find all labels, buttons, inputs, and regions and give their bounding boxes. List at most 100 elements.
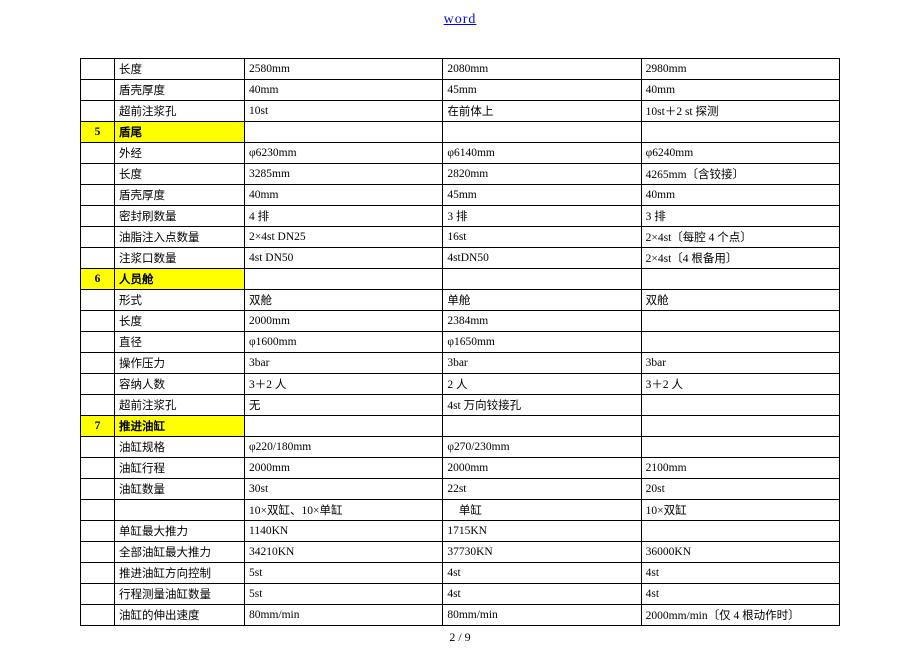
- header-link[interactable]: word: [0, 0, 920, 58]
- row-value: 双舱: [641, 290, 839, 311]
- row-label: 单缸最大推力: [115, 521, 245, 542]
- row-label: 长度: [115, 59, 245, 80]
- row-value: 4st: [443, 584, 641, 605]
- row-number: [81, 101, 115, 122]
- row-number: [81, 143, 115, 164]
- row-label: 注浆口数量: [115, 248, 245, 269]
- row-value: 4265mm〔含铰接〕: [641, 164, 839, 185]
- table-row: 密封刷数量4 排3 排3 排: [81, 206, 840, 227]
- row-value: 2 人: [443, 374, 641, 395]
- table-row: 外经φ6230mmφ6140mmφ6240mm: [81, 143, 840, 164]
- table-row: 盾壳厚度40mm45mm40mm: [81, 185, 840, 206]
- row-value: 45mm: [443, 185, 641, 206]
- row-value: 2580mm: [245, 59, 443, 80]
- row-value: 1715KN: [443, 521, 641, 542]
- row-label: 推进油缸方向控制: [115, 563, 245, 584]
- table-row: 超前注浆孔无4st 万向铰接孔: [81, 395, 840, 416]
- row-number: [81, 311, 115, 332]
- row-value: 2100mm: [641, 458, 839, 479]
- row-number: [81, 395, 115, 416]
- row-value: 80mm/min: [443, 605, 641, 626]
- row-value: 10st＋2 st 探测: [641, 101, 839, 122]
- row-value: [641, 521, 839, 542]
- row-value: [641, 122, 839, 143]
- row-number: [81, 521, 115, 542]
- table-row: 长度2580mm2080mm2980mm: [81, 59, 840, 80]
- row-label: 操作压力: [115, 353, 245, 374]
- row-value: 5st: [245, 563, 443, 584]
- table-row: 油缸的伸出速度80mm/min80mm/min2000mm/min〔仅 4 根动…: [81, 605, 840, 626]
- row-value: [245, 269, 443, 290]
- row-number: [81, 542, 115, 563]
- row-value: 3bar: [245, 353, 443, 374]
- row-label: 直径: [115, 332, 245, 353]
- row-number: 5: [81, 122, 115, 143]
- page-number: 2 / 9: [449, 630, 470, 644]
- row-label: 推进油缸: [115, 416, 245, 437]
- row-value: 4st: [641, 563, 839, 584]
- row-value: 10st: [245, 101, 443, 122]
- table-row: 6人员舱: [81, 269, 840, 290]
- row-number: [81, 374, 115, 395]
- page-footer: 2 / 9: [0, 626, 920, 645]
- row-label: 形式: [115, 290, 245, 311]
- row-number: 6: [81, 269, 115, 290]
- row-value: 2980mm: [641, 59, 839, 80]
- row-label: 超前注浆孔: [115, 395, 245, 416]
- spec-table: 长度2580mm2080mm2980mm 盾壳厚度40mm45mm40mm 超前注浆…: [80, 58, 840, 626]
- table-row: 超前注浆孔10st在前体上10st＋2 st 探测: [81, 101, 840, 122]
- row-number: [81, 185, 115, 206]
- row-value: 4 排: [245, 206, 443, 227]
- row-value: 无: [245, 395, 443, 416]
- row-number: [81, 164, 115, 185]
- row-value: 80mm/min: [245, 605, 443, 626]
- row-value: [245, 416, 443, 437]
- table-row: 油脂注入点数量2×4st DN2516st2×4st〔每腔 4 个点〕: [81, 227, 840, 248]
- row-value: [641, 311, 839, 332]
- table-row: 5盾尾: [81, 122, 840, 143]
- row-number: [81, 458, 115, 479]
- table-row: 油缸规格φ220/180mmφ270/230mm: [81, 437, 840, 458]
- row-value: 4st: [443, 563, 641, 584]
- row-number: [81, 479, 115, 500]
- row-value: φ6240mm: [641, 143, 839, 164]
- row-value: 40mm: [641, 80, 839, 101]
- row-value: 4st DN50: [245, 248, 443, 269]
- row-value: 3 排: [443, 206, 641, 227]
- row-value: 22st: [443, 479, 641, 500]
- table-row: 行程测量油缸数量5st4st4st: [81, 584, 840, 605]
- row-value: 37730KN: [443, 542, 641, 563]
- row-label: 油缸的伸出速度: [115, 605, 245, 626]
- row-value: 2000mm: [443, 458, 641, 479]
- row-value: [641, 416, 839, 437]
- table-row: 容纳人数3＋2 人2 人3＋2 人: [81, 374, 840, 395]
- row-value: 2820mm: [443, 164, 641, 185]
- row-label: 油缸规格: [115, 437, 245, 458]
- row-value: 单舱: [443, 290, 641, 311]
- row-label: [115, 500, 245, 521]
- row-number: [81, 437, 115, 458]
- row-label: 密封刷数量: [115, 206, 245, 227]
- row-value: 40mm: [641, 185, 839, 206]
- row-value: [443, 122, 641, 143]
- row-value: 双舱: [245, 290, 443, 311]
- row-label: 全部油缸最大推力: [115, 542, 245, 563]
- row-value: [641, 395, 839, 416]
- row-number: [81, 59, 115, 80]
- row-value: φ1650mm: [443, 332, 641, 353]
- row-value: 2×4st〔4 根备用〕: [641, 248, 839, 269]
- table-row: 全部油缸最大推力34210KN37730KN36000KN: [81, 542, 840, 563]
- table-row: 推进油缸方向控制5st4st4st: [81, 563, 840, 584]
- row-value: 2×4st〔每腔 4 个点〕: [641, 227, 839, 248]
- table-container: 长度2580mm2080mm2980mm 盾壳厚度40mm45mm40mm 超前注浆…: [0, 58, 920, 626]
- row-value: 4st: [641, 584, 839, 605]
- row-value: 2080mm: [443, 59, 641, 80]
- row-value: 10×双缸: [641, 500, 839, 521]
- row-number: [81, 584, 115, 605]
- table-row: 直径φ1600mmφ1650mm: [81, 332, 840, 353]
- table-row: 10×双缸、10×单缸 单缸10×双缸: [81, 500, 840, 521]
- row-value: 2000mm/min〔仅 4 根动作时〕: [641, 605, 839, 626]
- row-value: 3 排: [641, 206, 839, 227]
- table-row: 油缸行程2000mm2000mm2100mm: [81, 458, 840, 479]
- row-value: [245, 122, 443, 143]
